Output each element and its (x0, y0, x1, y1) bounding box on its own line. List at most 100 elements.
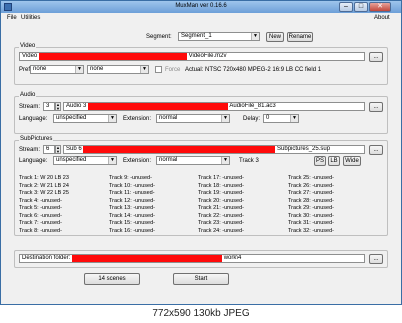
subpicture-track-entry: Track 26: -unused- (288, 182, 334, 189)
subpicture-track-entry: Track 11: -unused- (109, 190, 155, 196)
pref-select-1[interactable]: none ▼ (30, 65, 84, 74)
chevron-down-icon: ▼ (108, 157, 116, 164)
audio-language-select[interactable]: unspecified ▼ (53, 114, 117, 123)
destination-label: Destination folder: (22, 255, 71, 261)
pref-select-1-value: none (33, 66, 47, 72)
audio-delay-input[interactable]: 0 ▼ (263, 114, 299, 123)
segment-value: Segment_1 (181, 33, 212, 39)
sub-browse-button[interactable]: ... (369, 145, 383, 155)
image-caption: 772x590 130kb JPEG (0, 305, 402, 323)
chevron-down-icon: ▼ (221, 157, 229, 164)
menu-file[interactable]: File (7, 15, 17, 21)
destination-browse-button[interactable]: ... (369, 254, 383, 264)
force-label: Force (165, 67, 181, 73)
chevron-down-icon: ▼ (75, 66, 83, 73)
subpicture-track-entry: Track 2: W 21 LB 24 (19, 182, 69, 189)
sub-track-info: Track 3 (239, 158, 259, 164)
subpicture-track-entry: Track 21: -unused- (198, 205, 244, 211)
subpicture-track-entry: Track 25: -unused- (288, 175, 334, 181)
subpicture-track-entry: Track 23: -unused- (198, 220, 244, 226)
sub-field-prefix: Sub 6 (66, 146, 82, 152)
subpicture-track-entry: Track 17: -unused- (198, 175, 244, 181)
subpicture-track-entry: Track 15: -unused- (109, 220, 155, 226)
audio-field-suffix: AudioFile_81.ac3 (229, 103, 276, 109)
sub-extension-select[interactable]: normal ▼ (156, 156, 230, 165)
subpicture-track-entry: Track 7: -unused- (19, 220, 62, 226)
audio-language-value: unspecified (56, 115, 87, 121)
sub-file-field[interactable]: Sub 6 Subpictures_25.sup (63, 145, 365, 154)
maximize-button[interactable]: □ (354, 2, 368, 12)
chevron-down-icon: ▼ (221, 115, 229, 122)
audio-stream-spinner[interactable]: ▲ ▼ (55, 102, 61, 111)
ps-button[interactable]: PS (314, 156, 326, 166)
start-button[interactable]: Start (173, 273, 229, 285)
subpicture-track-entry: Track 30: -unused- (288, 212, 334, 219)
subpicture-track-entry: Track 5: -unused- (19, 205, 62, 211)
subpicture-track-entry: Track 9: -unused- (109, 175, 152, 181)
video-file-field[interactable]: Video VideoFile.m2v (19, 52, 365, 61)
redacted-path (88, 103, 229, 110)
audio-extension-label: Extension: (123, 116, 152, 122)
chevron-down-icon: ▼ (290, 115, 298, 122)
audio-stream-label: Stream: (19, 104, 41, 110)
subpicture-track-entry: Track 20: -unused- (198, 197, 244, 204)
scenes-button[interactable]: 14 scenes (84, 273, 140, 285)
wide-button[interactable]: Wide (343, 156, 361, 166)
subpicture-track-entry: Track 14: -unused- (109, 212, 155, 219)
subpictures-group-label: SubPictures (19, 136, 54, 142)
subpicture-track-entry: Track 6: -unused- (19, 212, 62, 219)
audio-stream-input[interactable]: 3 (43, 102, 55, 111)
video-info: Actual: NTSC 720x480 MPEG-2 16:9 LB CC f… (185, 67, 322, 73)
segment-label: Segment: (146, 34, 172, 40)
subpicture-track-entry: Track 8: -unused- (19, 227, 62, 234)
force-checkbox[interactable] (155, 66, 162, 73)
subpicture-track-entry: Track 19: -unused- (198, 190, 244, 196)
close-button[interactable]: ✕ (369, 2, 391, 12)
video-browse-button[interactable]: ... (369, 52, 383, 62)
redacted-path (83, 146, 276, 153)
subpicture-track-entry: Track 28: -unused- (288, 197, 334, 204)
title-bar[interactable]: MuxMan ver 0.16.6 – □ ✕ (1, 1, 401, 13)
sub-language-label: Language: (19, 158, 48, 164)
muxman-window: MuxMan ver 0.16.6 – □ ✕ File Utilities A… (0, 0, 402, 305)
subpicture-track-entry: Track 4: -unused- (19, 197, 62, 204)
sub-field-suffix: Subpictures_25.sup (277, 146, 331, 152)
sub-language-value: unspecified (56, 157, 87, 163)
subpicture-track-entry: Track 10: -unused- (109, 182, 155, 189)
subpicture-track-entry: Track 18: -unused- (198, 182, 244, 189)
destination-field[interactable]: Destination folder: work\4 (19, 254, 365, 263)
subpicture-track-entry: Track 16: -unused- (109, 227, 155, 234)
sub-language-select[interactable]: unspecified ▼ (53, 156, 117, 165)
video-group-label: Video (19, 43, 37, 49)
subpicture-track-entry: Track 32: -unused- (288, 227, 334, 234)
sub-extension-label: Extension: (123, 158, 152, 164)
audio-delay-label: Delay: (243, 116, 261, 122)
subpicture-track-entry: Track 29: -unused- (288, 205, 334, 211)
audio-file-field[interactable]: Audio 3 AudioFile_81.ac3 (63, 102, 365, 111)
subpicture-track-entry: Track 24: -unused- (198, 227, 244, 234)
subpicture-track-entry: Track 31: -unused- (288, 220, 334, 226)
audio-group-label: Audio (19, 92, 37, 98)
audio-delay-value: 0 (266, 115, 270, 121)
chevron-down-icon: ▼ (108, 115, 116, 122)
sub-stream-input[interactable]: 6 (43, 145, 55, 154)
sub-stream-spinner[interactable]: ▲ ▼ (55, 145, 61, 154)
chevron-down-icon: ▼ (251, 33, 259, 40)
segment-select[interactable]: Segment_1 ▼ (178, 32, 260, 41)
menu-about[interactable]: About (374, 15, 390, 21)
video-field-suffix: VideoFile.m2v (188, 53, 227, 59)
rename-segment-button[interactable]: Rename (287, 32, 313, 42)
minimize-button[interactable]: – (339, 2, 353, 12)
new-segment-button[interactable]: New (266, 32, 284, 42)
chevron-down-icon: ▼ (140, 66, 148, 73)
menu-utilities[interactable]: Utilities (21, 15, 40, 21)
audio-extension-value: normal (159, 115, 178, 121)
audio-browse-button[interactable]: ... (369, 102, 383, 112)
redacted-path (38, 53, 187, 60)
menu-bar: File Utilities About (1, 13, 401, 24)
pref-select-2[interactable]: none ▼ (87, 65, 149, 74)
lb-button[interactable]: LB (328, 156, 340, 166)
subpicture-track-entry: Track 1: W 20 LB 23 (19, 175, 69, 181)
audio-field-prefix: Audio 3 (66, 103, 87, 109)
audio-extension-select[interactable]: normal ▼ (156, 114, 230, 123)
